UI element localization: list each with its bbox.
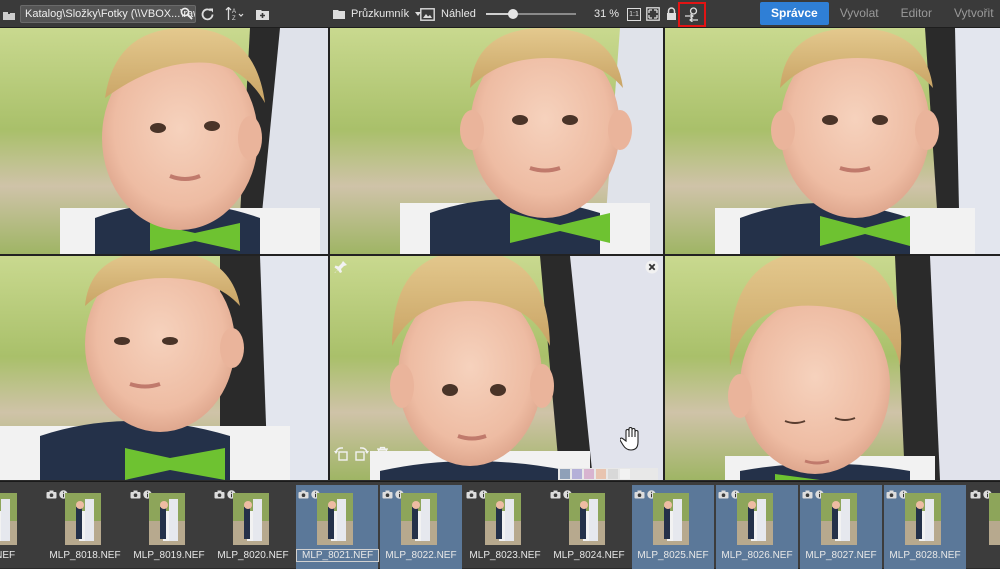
photo-image — [0, 28, 328, 254]
search-icon[interactable] — [180, 7, 193, 22]
camera-icon — [718, 490, 729, 499]
path-field[interactable]: Katalog\Složky\Fotky (\\VBOX...\raw — [20, 5, 196, 23]
filmstrip-thumbnail[interactable]: MLP_8023.NEF — [464, 485, 546, 569]
camera-icon — [46, 490, 57, 499]
tab-edit[interactable]: Editor — [890, 2, 943, 25]
thumbnail-image — [989, 493, 1000, 545]
filmstrip-thumbnail[interactable]: MLP_8028.NEF — [884, 485, 966, 569]
thumbnail-label: MLP_8023.NEF — [469, 550, 541, 561]
explorer-dropdown[interactable]: Průzkumník — [332, 0, 422, 28]
thumbnail-label: MLP_8025.NEF — [637, 550, 709, 561]
rotate-right-icon[interactable] — [354, 446, 369, 466]
sort-icon[interactable]: AZ — [224, 0, 244, 28]
mode-tabs: Správce Vyvolat Editor Vytvořit — [760, 2, 1000, 25]
filmstrip-thumbnail[interactable]: MLP_8021.NEF — [296, 485, 380, 569]
actual-size-button[interactable]: 1:1 — [627, 0, 641, 28]
top-toolbar: Katalog\Složky\Fotky (\\VBOX...\raw AZ P… — [0, 0, 1000, 28]
thumbnail-label: MLP_8020.NEF — [217, 550, 289, 561]
trash-icon[interactable] — [376, 446, 389, 466]
photo-tile[interactable] — [330, 28, 663, 254]
camera-icon — [214, 490, 225, 499]
thumbnail-label: MLP_8022.NEF — [385, 550, 457, 561]
thumbnail-image — [569, 493, 605, 545]
photo-image — [0, 256, 328, 480]
svg-text:A: A — [232, 9, 236, 15]
tab-develop[interactable]: Vyvolat — [829, 2, 890, 25]
zoom-slider[interactable] — [486, 9, 576, 19]
camera-icon — [634, 490, 645, 499]
photo-image — [330, 28, 663, 254]
tab-manage[interactable]: Správce — [760, 2, 829, 25]
thumbnail-image — [653, 493, 689, 545]
filmstrip-thumbnail[interactable]: MLP_8026.NEF — [716, 485, 798, 569]
thumbnail-image — [149, 493, 185, 545]
thumbnail-label: MLP_8028.NEF — [889, 550, 961, 561]
photo-tile[interactable] — [665, 256, 1000, 480]
photo-tile[interactable] — [0, 256, 328, 480]
thumbnail-image — [0, 493, 17, 545]
fit-to-screen-icon[interactable] — [646, 0, 660, 28]
filmstrip: 7.NEF MLP_8018.NEF MLP_8019.NEF MLP_8020.NE… — [0, 481, 1000, 569]
up-folder-icon[interactable] — [2, 0, 16, 28]
thumbnail-image — [737, 493, 773, 545]
filmstrip-thumbnail[interactable]: MLP_8025.NEF — [632, 485, 714, 569]
zoom-slider-thumb[interactable] — [508, 9, 518, 19]
filmstrip-thumbnail[interactable]: MLP_8019.NEF — [128, 485, 210, 569]
photo-image — [665, 256, 1000, 480]
thumbnail-label: MLP_8021.NEF — [296, 549, 380, 562]
filmstrip-thumbnail[interactable]: MLP_8022.NEF — [380, 485, 462, 569]
pin-icon[interactable] — [334, 260, 348, 279]
photo-tile[interactable] — [665, 28, 1000, 254]
camera-icon — [382, 490, 393, 499]
camera-icon — [130, 490, 141, 499]
filmstrip-thumbnail[interactable]: MLP_8018.NEF — [44, 485, 126, 569]
thumbnail-image — [65, 493, 101, 545]
camera-icon — [298, 490, 309, 499]
camera-icon — [466, 490, 477, 499]
thumbnail-label: MLP_8026.NEF — [721, 550, 793, 561]
camera-icon — [802, 490, 813, 499]
preview-button[interactable]: Náhled — [420, 0, 476, 28]
photo-tile[interactable] — [0, 28, 328, 254]
thumbnail-image — [233, 493, 269, 545]
tab-create[interactable]: Vytvořit — [943, 2, 1000, 25]
folder-icon — [333, 10, 345, 19]
close-icon[interactable] — [645, 260, 659, 279]
explorer-label: Průzkumník — [351, 8, 410, 20]
filmstrip-thumbnail[interactable]: 8... — [968, 485, 1000, 569]
lock-icon[interactable] — [666, 0, 677, 28]
thumbnail-label: 8... — [968, 550, 1000, 561]
thumbnail-image — [821, 493, 857, 545]
thumbnail-image — [905, 493, 941, 545]
thumbnail-label: MLP_8027.NEF — [805, 550, 877, 561]
photo-grid — [0, 28, 1000, 480]
hand-cursor-icon — [619, 426, 644, 457]
camera-icon — [970, 490, 981, 499]
thumbnail-image — [401, 493, 437, 545]
filmstrip-thumbnail[interactable]: MLP_8027.NEF — [800, 485, 882, 569]
filmstrip-thumbnail[interactable]: 7.NEF — [0, 485, 42, 569]
thumbnail-image — [317, 493, 353, 545]
path-text: Katalog\Složky\Fotky (\\VBOX...\raw — [25, 8, 196, 20]
thumbnail-label: 7.NEF — [0, 550, 16, 561]
preview-label: Náhled — [441, 8, 476, 20]
filmstrip-thumbnail[interactable]: MLP_8020.NEF — [212, 485, 294, 569]
photo-image — [665, 28, 1000, 254]
svg-text:Z: Z — [232, 16, 236, 21]
highlight-box — [678, 2, 706, 27]
thumbnail-label: MLP_8019.NEF — [133, 550, 205, 561]
new-folder-icon[interactable] — [255, 0, 270, 28]
camera-icon — [886, 490, 897, 499]
rotate-left-icon[interactable] — [334, 446, 349, 466]
thumbnail-label: MLP_8018.NEF — [49, 550, 121, 561]
filmstrip-thumbnail[interactable]: MLP_8024.NEF — [548, 485, 630, 569]
photo-tile-active[interactable] — [330, 256, 663, 480]
camera-icon — [550, 490, 561, 499]
zoom-percent: 31 % — [594, 8, 620, 20]
image-icon — [420, 7, 435, 21]
actual-size-label: 1:1 — [627, 7, 641, 21]
thumbnail-label: MLP_8024.NEF — [553, 550, 625, 561]
refresh-icon[interactable] — [200, 0, 215, 28]
thumbnail-image — [485, 493, 521, 545]
